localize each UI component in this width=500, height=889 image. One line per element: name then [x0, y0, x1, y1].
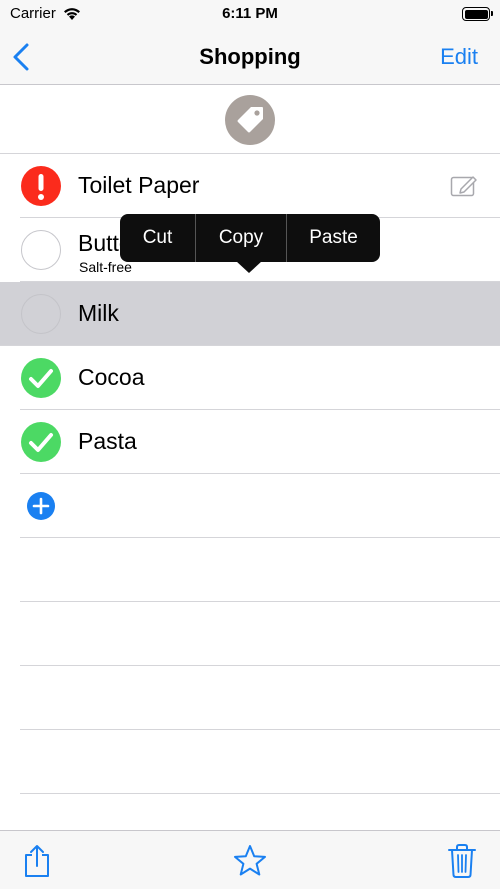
trash-icon	[448, 844, 476, 878]
battery-level	[464, 9, 488, 19]
checkmark-icon	[29, 369, 53, 388]
navigation-bar: Shopping Edit	[0, 30, 500, 85]
context-menu-pointer	[236, 261, 262, 273]
list-item[interactable]: Cocoa	[0, 346, 500, 410]
exclamation-icon	[38, 174, 44, 200]
open-status-button[interactable]	[21, 230, 61, 270]
empty-row	[0, 730, 500, 794]
bottom-toolbar	[0, 830, 500, 889]
plus-icon	[32, 497, 50, 515]
copy-menu-item[interactable]: Copy	[196, 214, 287, 262]
item-name: Toilet Paper	[78, 172, 200, 198]
edit-context-menu: Cut Copy Paste	[120, 214, 380, 262]
favorite-button[interactable]	[232, 843, 266, 879]
item-name: Pasta	[78, 428, 137, 454]
empty-row	[0, 538, 500, 602]
tag-button[interactable]	[225, 95, 275, 145]
list-item[interactable]: Pasta	[0, 410, 500, 474]
done-status-button[interactable]	[21, 358, 61, 398]
tag-header	[0, 86, 500, 154]
star-icon	[234, 845, 266, 876]
done-status-button[interactable]	[21, 422, 61, 462]
open-status-button[interactable]	[21, 294, 61, 334]
empty-row	[0, 602, 500, 666]
delete-button[interactable]	[445, 843, 479, 879]
battery-icon	[462, 7, 493, 21]
status-time: 6:11 PM	[222, 5, 278, 22]
item-name: Cocoa	[78, 364, 145, 390]
edit-button[interactable]: Edit	[440, 44, 478, 70]
list-item-selected[interactable]: Milk	[0, 282, 500, 346]
tag-icon	[237, 107, 263, 133]
status-bar: Carrier 6:11 PM	[0, 0, 500, 30]
add-item-button[interactable]	[27, 492, 55, 520]
note-edit-icon	[450, 176, 477, 197]
cut-menu-item[interactable]: Cut	[120, 214, 196, 262]
page-title: Shopping	[199, 44, 301, 69]
paste-menu-item[interactable]: Paste	[287, 214, 380, 262]
urgent-status-button[interactable]	[21, 166, 61, 206]
note-button[interactable]	[450, 174, 478, 198]
item-name: Milk	[78, 300, 119, 326]
empty-row	[0, 666, 500, 730]
share-icon	[25, 845, 49, 877]
share-button[interactable]	[20, 843, 54, 879]
list-item[interactable]: Toilet Paper	[0, 154, 500, 218]
checkmark-icon	[29, 433, 53, 452]
add-item-row[interactable]	[0, 474, 500, 538]
